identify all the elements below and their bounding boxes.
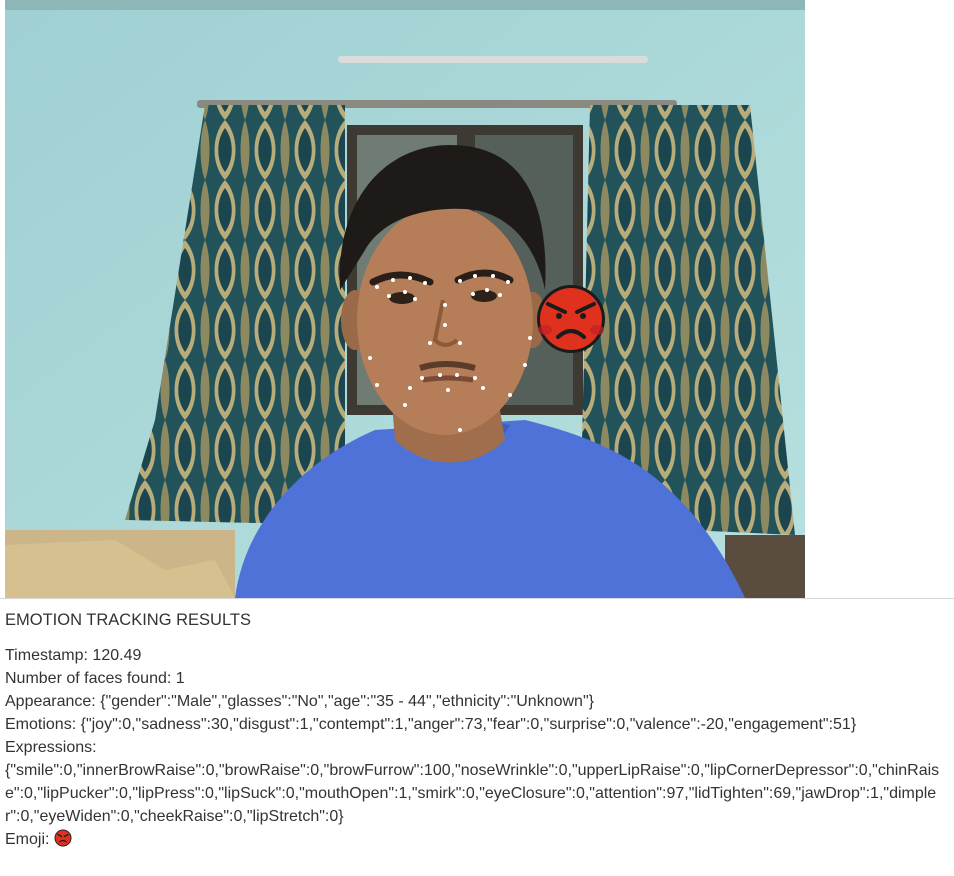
timestamp-label: Timestamp:	[5, 647, 93, 664]
results-heading: EMOTION TRACKING RESULTS	[5, 611, 252, 629]
webcam-feed	[5, 0, 805, 598]
section-divider	[0, 598, 954, 599]
angry-face-icon	[54, 829, 72, 854]
faces-label: Number of faces found:	[5, 670, 176, 687]
timestamp-value: 120.49	[92, 647, 142, 664]
emotion-results-panel: EMOTION TRACKING RESULTS Timestamp: 120.…	[5, 609, 950, 854]
camera-frame-illustration	[5, 0, 805, 598]
emoji-label: Emoji:	[5, 831, 54, 848]
emoji-row: Emoji:	[5, 828, 950, 854]
expressions-label: Expressions:	[5, 739, 97, 756]
angry-face-emoji-overlay	[537, 285, 605, 353]
emotions-row: Emotions: {"joy":0,"sadness":30,"disgust…	[5, 713, 950, 736]
faces-value: 1	[175, 670, 185, 687]
timestamp-row: Timestamp: 120.49	[5, 644, 950, 667]
expressions-value: {"smile":0,"innerBrowRaise":0,"browRaise…	[5, 762, 940, 825]
appearance-value: {"gender":"Male","glasses":"No","age":"3…	[100, 693, 594, 710]
emotions-value: {"joy":0,"sadness":30,"disgust":1,"conte…	[80, 716, 857, 733]
emotions-label: Emotions:	[5, 716, 81, 733]
appearance-row: Appearance: {"gender":"Male","glasses":"…	[5, 690, 950, 713]
faces-row: Number of faces found: 1	[5, 667, 950, 690]
appearance-label: Appearance:	[5, 693, 101, 710]
